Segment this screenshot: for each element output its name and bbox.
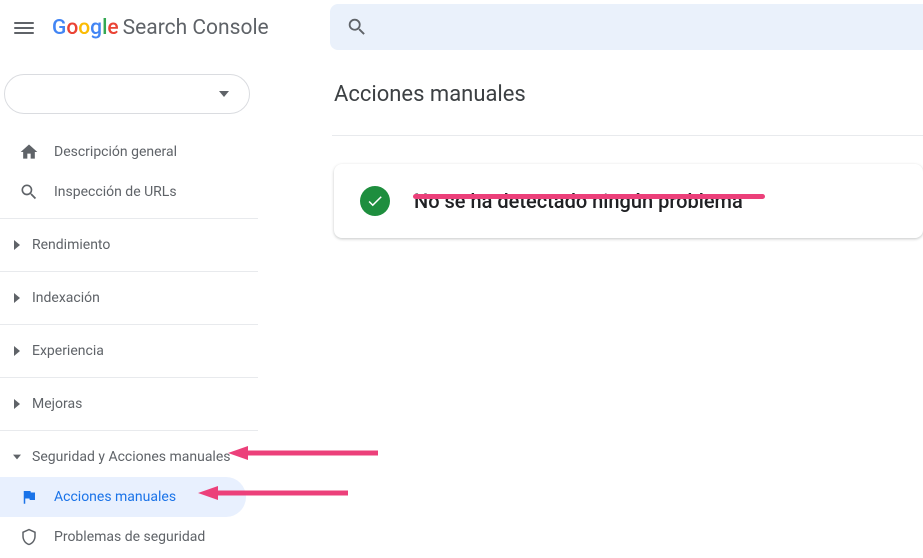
search-input[interactable] bbox=[330, 4, 923, 50]
section-label: Seguridad y Acciones manuales bbox=[32, 449, 230, 465]
chevron-right-icon bbox=[8, 240, 26, 250]
chevron-down-icon bbox=[219, 91, 229, 97]
main-content: Acciones manuales No se ha detectado nin… bbox=[258, 56, 923, 558]
sidebar-section-performance[interactable]: Rendimiento bbox=[0, 218, 258, 265]
section-label: Mejoras bbox=[32, 396, 82, 412]
sidebar-section-experience[interactable]: Experiencia bbox=[0, 324, 258, 371]
annotation-underline bbox=[413, 194, 765, 199]
sidebar-section-security[interactable]: Seguridad y Acciones manuales bbox=[0, 430, 258, 477]
sidebar-item-security-issues[interactable]: Problemas de seguridad bbox=[0, 517, 258, 557]
sidebar-item-label: Inspección de URLs bbox=[54, 184, 177, 200]
product-name: Search Console bbox=[123, 16, 269, 40]
divider bbox=[332, 135, 923, 136]
search-icon bbox=[18, 181, 40, 203]
status-card: No se ha detectado ningún problema bbox=[334, 164, 923, 238]
chevron-right-icon bbox=[8, 346, 26, 356]
sidebar-item-overview[interactable]: Descripción general bbox=[0, 132, 258, 172]
section-label: Indexación bbox=[32, 290, 100, 306]
page-title: Acciones manuales bbox=[334, 82, 923, 107]
property-selector[interactable] bbox=[4, 74, 250, 114]
sidebar-item-label: Descripción general bbox=[54, 144, 177, 160]
chevron-right-icon bbox=[8, 399, 26, 409]
chevron-down-icon bbox=[8, 452, 26, 462]
search-icon bbox=[346, 16, 368, 38]
sidebar-item-label: Problemas de seguridad bbox=[54, 529, 205, 545]
sidebar: Descripción general Inspección de URLs R… bbox=[0, 56, 258, 558]
section-label: Experiencia bbox=[32, 343, 104, 359]
google-logo-text: Google bbox=[52, 16, 119, 40]
home-icon bbox=[18, 141, 40, 163]
logo[interactable]: Google Search Console bbox=[52, 16, 269, 40]
chevron-right-icon bbox=[8, 293, 26, 303]
menu-icon[interactable] bbox=[12, 16, 36, 40]
flag-icon bbox=[18, 486, 40, 508]
status-message: No se ha detectado ningún problema bbox=[414, 189, 743, 213]
sidebar-item-label: Acciones manuales bbox=[54, 489, 176, 505]
sidebar-section-improvements[interactable]: Mejoras bbox=[0, 377, 258, 424]
sidebar-item-manual-actions[interactable]: Acciones manuales bbox=[0, 477, 246, 517]
sidebar-item-url-inspection[interactable]: Inspección de URLs bbox=[0, 172, 258, 212]
shield-icon bbox=[18, 526, 40, 548]
section-label: Rendimiento bbox=[32, 237, 110, 253]
sidebar-section-indexing[interactable]: Indexación bbox=[0, 271, 258, 318]
check-icon bbox=[360, 186, 390, 216]
